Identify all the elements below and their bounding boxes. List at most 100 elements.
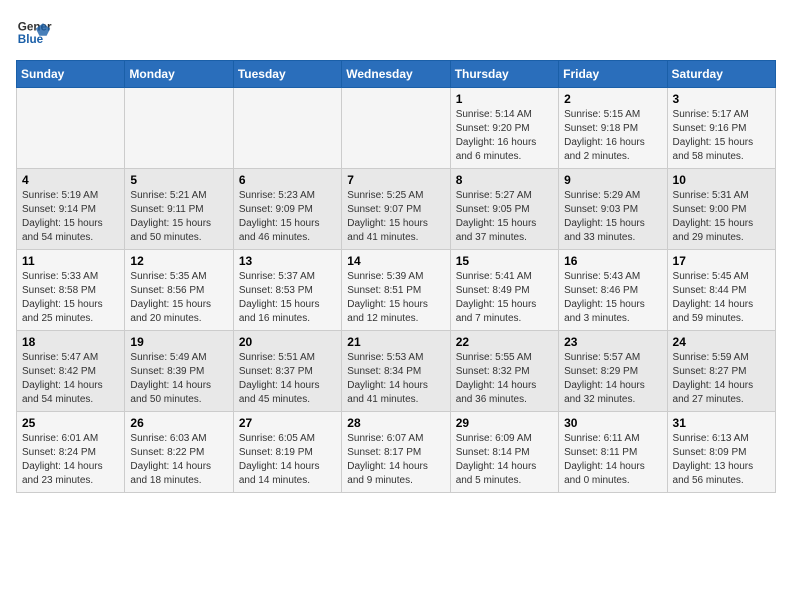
day-info: Sunrise: 6:13 AM Sunset: 8:09 PM Dayligh… bbox=[673, 432, 770, 488]
day-number: 7 bbox=[347, 173, 444, 187]
day-number: 30 bbox=[564, 416, 661, 430]
weekday-header-wednesday: Wednesday bbox=[342, 61, 450, 88]
day-info: Sunrise: 6:05 AM Sunset: 8:19 PM Dayligh… bbox=[239, 432, 336, 488]
day-number: 1 bbox=[456, 92, 553, 106]
day-info: Sunrise: 5:39 AM Sunset: 8:51 PM Dayligh… bbox=[347, 270, 444, 326]
calendar-cell: 9 Sunrise: 5:29 AM Sunset: 9:03 PM Daylig… bbox=[559, 169, 667, 250]
calendar-cell: 1 Sunrise: 5:14 AM Sunset: 9:20 PM Daylig… bbox=[450, 88, 558, 169]
day-info: Sunrise: 5:25 AM Sunset: 9:07 PM Dayligh… bbox=[347, 189, 444, 245]
calendar-cell: 11 Sunrise: 5:33 AM Sunset: 8:58 PM Dayli… bbox=[17, 250, 125, 331]
day-number: 16 bbox=[564, 254, 661, 268]
day-info: Sunrise: 5:15 AM Sunset: 9:18 PM Dayligh… bbox=[564, 108, 661, 164]
day-info: Sunrise: 5:59 AM Sunset: 8:27 PM Dayligh… bbox=[673, 351, 770, 407]
calendar-cell bbox=[125, 88, 233, 169]
calendar-cell: 21Sunrise: 5:53 AM Sunset: 8:34 PM Dayli… bbox=[342, 331, 450, 412]
day-number: 2 bbox=[564, 92, 661, 106]
weekday-header-thursday: Thursday bbox=[450, 61, 558, 88]
day-number: 19 bbox=[130, 335, 227, 349]
calendar-cell: 12 Sunrise: 5:35 AM Sunset: 8:56 PM Dayli… bbox=[125, 250, 233, 331]
calendar-week-2: 4 Sunrise: 5:19 AM Sunset: 9:14 PM Daylig… bbox=[17, 169, 776, 250]
day-number: 4 bbox=[22, 173, 119, 187]
day-info: Sunrise: 6:07 AM Sunset: 8:17 PM Dayligh… bbox=[347, 432, 444, 488]
day-number: 17 bbox=[673, 254, 770, 268]
day-info: Sunrise: 5:14 AM Sunset: 9:20 PM Dayligh… bbox=[456, 108, 553, 164]
calendar-cell: 22 Sunrise: 5:55 AM Sunset: 8:32 PM Dayli… bbox=[450, 331, 558, 412]
day-info: Sunrise: 5:29 AM Sunset: 9:03 PM Dayligh… bbox=[564, 189, 661, 245]
day-info: Sunrise: 5:47 AM Sunset: 8:42 PM Dayligh… bbox=[22, 351, 119, 407]
day-number: 9 bbox=[564, 173, 661, 187]
calendar-cell: 20Sunrise: 5:51 AM Sunset: 8:37 PM Dayli… bbox=[233, 331, 341, 412]
day-number: 31 bbox=[673, 416, 770, 430]
day-number: 14 bbox=[347, 254, 444, 268]
calendar-cell: 28 Sunrise: 6:07 AM Sunset: 8:17 PM Dayli… bbox=[342, 412, 450, 493]
weekday-header-tuesday: Tuesday bbox=[233, 61, 341, 88]
day-info: Sunrise: 6:03 AM Sunset: 8:22 PM Dayligh… bbox=[130, 432, 227, 488]
calendar-cell: 7 Sunrise: 5:25 AM Sunset: 9:07 PM Daylig… bbox=[342, 169, 450, 250]
day-info: Sunrise: 5:51 AM Sunset: 8:37 PM Dayligh… bbox=[239, 351, 336, 407]
day-number: 25 bbox=[22, 416, 119, 430]
calendar-cell: 27Sunrise: 6:05 AM Sunset: 8:19 PM Dayli… bbox=[233, 412, 341, 493]
day-info: Sunrise: 5:23 AM Sunset: 9:09 PM Dayligh… bbox=[239, 189, 336, 245]
day-number: 24 bbox=[673, 335, 770, 349]
day-number: 18 bbox=[22, 335, 119, 349]
day-number: 3 bbox=[673, 92, 770, 106]
calendar-cell: 29 Sunrise: 6:09 AM Sunset: 8:14 PM Dayli… bbox=[450, 412, 558, 493]
calendar-cell bbox=[342, 88, 450, 169]
day-number: 15 bbox=[456, 254, 553, 268]
day-number: 13 bbox=[239, 254, 336, 268]
day-info: Sunrise: 6:09 AM Sunset: 8:14 PM Dayligh… bbox=[456, 432, 553, 488]
day-info: Sunrise: 5:17 AM Sunset: 9:16 PM Dayligh… bbox=[673, 108, 770, 164]
calendar-cell: 6 Sunrise: 5:23 AM Sunset: 9:09 PM Daylig… bbox=[233, 169, 341, 250]
day-number: 29 bbox=[456, 416, 553, 430]
day-info: Sunrise: 5:37 AM Sunset: 8:53 PM Dayligh… bbox=[239, 270, 336, 326]
calendar-week-3: 11 Sunrise: 5:33 AM Sunset: 8:58 PM Dayli… bbox=[17, 250, 776, 331]
calendar-cell: 26 Sunrise: 6:03 AM Sunset: 8:22 PM Dayli… bbox=[125, 412, 233, 493]
day-info: Sunrise: 6:11 AM Sunset: 8:11 PM Dayligh… bbox=[564, 432, 661, 488]
day-info: Sunrise: 5:49 AM Sunset: 8:39 PM Dayligh… bbox=[130, 351, 227, 407]
day-number: 8 bbox=[456, 173, 553, 187]
logo: General Blue bbox=[16, 16, 52, 52]
day-number: 22 bbox=[456, 335, 553, 349]
day-number: 5 bbox=[130, 173, 227, 187]
day-info: Sunrise: 5:21 AM Sunset: 9:11 PM Dayligh… bbox=[130, 189, 227, 245]
calendar-cell: 3 Sunrise: 5:17 AM Sunset: 9:16 PM Daylig… bbox=[667, 88, 775, 169]
page-header: General Blue bbox=[16, 16, 776, 52]
calendar-cell bbox=[233, 88, 341, 169]
day-info: Sunrise: 5:27 AM Sunset: 9:05 PM Dayligh… bbox=[456, 189, 553, 245]
day-number: 10 bbox=[673, 173, 770, 187]
calendar-cell: 16 Sunrise: 5:43 AM Sunset: 8:46 PM Dayli… bbox=[559, 250, 667, 331]
day-number: 12 bbox=[130, 254, 227, 268]
day-info: Sunrise: 5:55 AM Sunset: 8:32 PM Dayligh… bbox=[456, 351, 553, 407]
calendar-cell: 4 Sunrise: 5:19 AM Sunset: 9:14 PM Daylig… bbox=[17, 169, 125, 250]
calendar-cell: 19 Sunrise: 5:49 AM Sunset: 8:39 PM Dayli… bbox=[125, 331, 233, 412]
day-info: Sunrise: 6:01 AM Sunset: 8:24 PM Dayligh… bbox=[22, 432, 119, 488]
day-info: Sunrise: 5:35 AM Sunset: 8:56 PM Dayligh… bbox=[130, 270, 227, 326]
day-info: Sunrise: 5:31 AM Sunset: 9:00 PM Dayligh… bbox=[673, 189, 770, 245]
calendar-cell: 17Sunrise: 5:45 AM Sunset: 8:44 PM Dayli… bbox=[667, 250, 775, 331]
day-info: Sunrise: 5:43 AM Sunset: 8:46 PM Dayligh… bbox=[564, 270, 661, 326]
day-number: 21 bbox=[347, 335, 444, 349]
calendar-cell: 2 Sunrise: 5:15 AM Sunset: 9:18 PM Daylig… bbox=[559, 88, 667, 169]
weekday-header-friday: Friday bbox=[559, 61, 667, 88]
weekday-header-sunday: Sunday bbox=[17, 61, 125, 88]
calendar-cell: 8 Sunrise: 5:27 AM Sunset: 9:05 PM Daylig… bbox=[450, 169, 558, 250]
calendar-cell bbox=[17, 88, 125, 169]
calendar-cell: 24 Sunrise: 5:59 AM Sunset: 8:27 PM Dayli… bbox=[667, 331, 775, 412]
day-number: 23 bbox=[564, 335, 661, 349]
calendar-cell: 23Sunrise: 5:57 AM Sunset: 8:29 PM Dayli… bbox=[559, 331, 667, 412]
day-number: 11 bbox=[22, 254, 119, 268]
day-number: 6 bbox=[239, 173, 336, 187]
weekday-header-row: SundayMondayTuesdayWednesdayThursdayFrid… bbox=[17, 61, 776, 88]
calendar-cell: 5 Sunrise: 5:21 AM Sunset: 9:11 PM Daylig… bbox=[125, 169, 233, 250]
day-number: 28 bbox=[347, 416, 444, 430]
day-number: 26 bbox=[130, 416, 227, 430]
weekday-header-monday: Monday bbox=[125, 61, 233, 88]
calendar-cell: 18 Sunrise: 5:47 AM Sunset: 8:42 PM Dayli… bbox=[17, 331, 125, 412]
calendar-cell: 10 Sunrise: 5:31 AM Sunset: 9:00 PM Dayli… bbox=[667, 169, 775, 250]
weekday-header-saturday: Saturday bbox=[667, 61, 775, 88]
day-info: Sunrise: 5:19 AM Sunset: 9:14 PM Dayligh… bbox=[22, 189, 119, 245]
calendar-week-1: 1 Sunrise: 5:14 AM Sunset: 9:20 PM Daylig… bbox=[17, 88, 776, 169]
day-info: Sunrise: 5:33 AM Sunset: 8:58 PM Dayligh… bbox=[22, 270, 119, 326]
calendar-week-5: 25 Sunrise: 6:01 AM Sunset: 8:24 PM Dayli… bbox=[17, 412, 776, 493]
calendar-table: SundayMondayTuesdayWednesdayThursdayFrid… bbox=[16, 60, 776, 493]
